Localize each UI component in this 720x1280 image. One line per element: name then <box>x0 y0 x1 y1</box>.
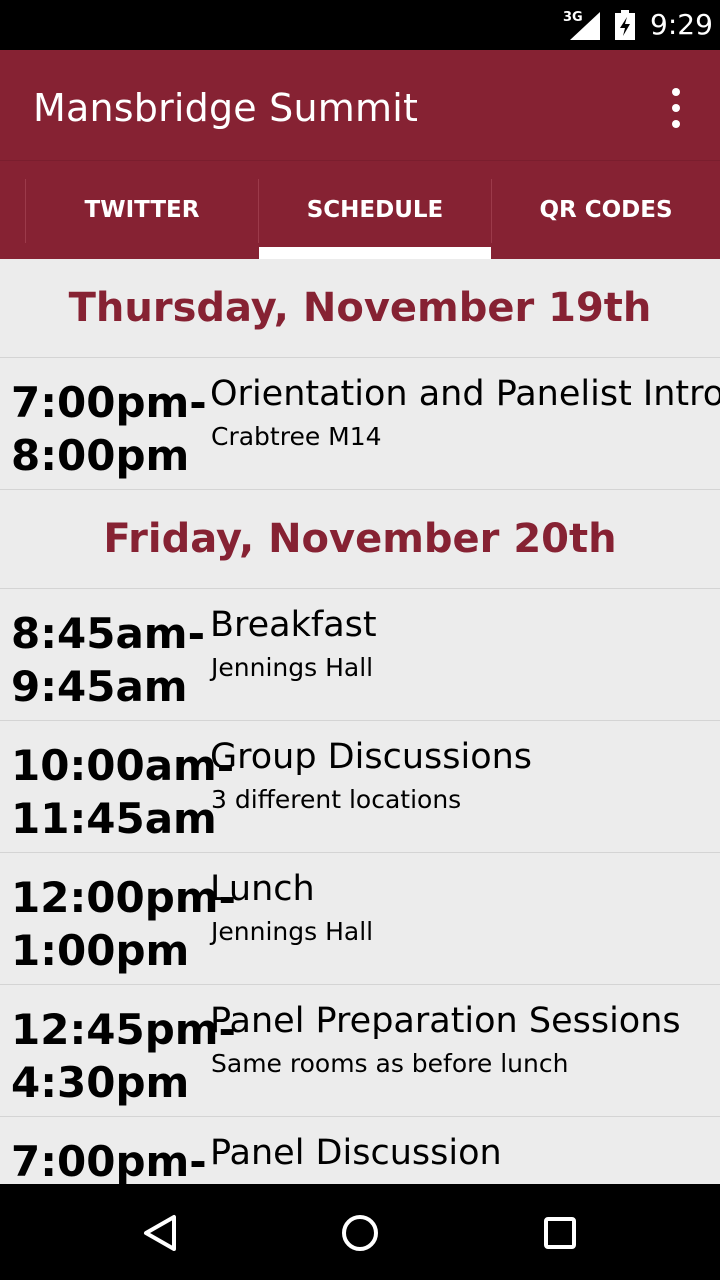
tab-bar: TWITTER SCHEDULE QR CODES <box>0 160 720 259</box>
schedule-item[interactable]: 7:00pm- Panel Discussion <box>0 1117 720 1184</box>
event-title: Panel Preparation Sessions <box>210 1001 681 1041</box>
event-title: Lunch <box>210 869 315 909</box>
event-time: 12:00pm- 1:00pm <box>11 873 236 975</box>
schedule-item[interactable]: 10:00am- 11:45am Group Discussions 3 dif… <box>0 721 720 853</box>
event-time: 10:00am- 11:45am <box>11 741 235 843</box>
event-time: 7:00pm- 8:00pm <box>11 378 207 480</box>
schedule-item[interactable]: 12:45pm- 4:30pm Panel Preparation Sessio… <box>0 985 720 1117</box>
schedule-list[interactable]: Thursday, November 19th 7:00pm- 8:00pm O… <box>0 258 720 1184</box>
app-bar: Mansbridge Summit <box>0 50 720 160</box>
event-title: Breakfast <box>210 605 377 645</box>
event-title: Group Discussions <box>210 737 533 777</box>
signal-icon <box>570 12 600 40</box>
recents-icon[interactable] <box>535 1208 585 1258</box>
day-header: Thursday, November 19th <box>0 258 720 358</box>
clock: 9:29 <box>650 8 713 41</box>
schedule-item[interactable]: 12:00pm- 1:00pm Lunch Jennings Hall <box>0 853 720 985</box>
event-location: Same rooms as before lunch <box>211 1049 569 1078</box>
event-location: Jennings Hall <box>211 653 374 682</box>
schedule-item[interactable]: 8:45am- 9:45am Breakfast Jennings Hall <box>0 589 720 721</box>
tab-twitter[interactable]: TWITTER <box>26 161 258 259</box>
schedule-item[interactable]: 7:00pm- 8:00pm Orientation and Panelist … <box>0 358 720 490</box>
status-bar: 3G 9:29 <box>0 0 720 50</box>
tab-schedule[interactable]: SCHEDULE <box>259 161 491 259</box>
event-title: Orientation and Panelist Intros <box>210 374 720 414</box>
day-header: Friday, November 20th <box>0 490 720 589</box>
home-icon[interactable] <box>335 1208 385 1258</box>
event-location: Crabtree M14 <box>211 422 382 451</box>
event-location: Jennings Hall <box>211 917 374 946</box>
tab-qr-codes[interactable]: QR CODES <box>492 161 720 259</box>
event-title: Panel Discussion <box>210 1133 502 1173</box>
more-vert-icon[interactable] <box>660 88 692 128</box>
event-time: 8:45am- 9:45am <box>11 609 206 711</box>
event-time: 12:45pm- 4:30pm <box>11 1005 236 1107</box>
navigation-bar <box>0 1184 720 1280</box>
back-icon[interactable] <box>135 1208 185 1258</box>
app-title: Mansbridge Summit <box>33 86 419 130</box>
event-location: 3 different locations <box>211 785 462 814</box>
event-time: 7:00pm- <box>11 1137 207 1184</box>
battery-charging-icon <box>615 10 635 40</box>
